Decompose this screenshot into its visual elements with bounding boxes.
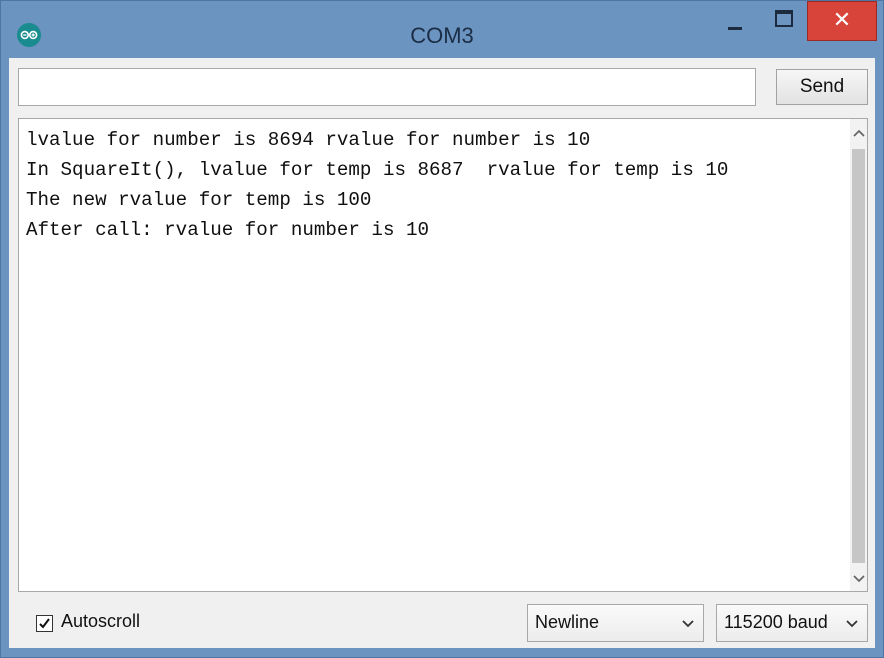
output-line: In SquareIt(), lvalue for temp is 8687 r… — [26, 159, 729, 181]
close-button[interactable]: ✕ — [807, 1, 877, 41]
scrollbar-thumb[interactable] — [852, 149, 865, 563]
scroll-up-arrow-icon[interactable] — [850, 119, 867, 147]
line-ending-select[interactable]: Newline — [527, 604, 704, 642]
send-button[interactable]: Send — [776, 69, 868, 105]
maximize-button[interactable] — [761, 1, 805, 41]
chevron-down-icon — [682, 620, 694, 628]
output-line: lvalue for number is 8694 rvalue for num… — [26, 129, 591, 151]
baud-rate-select[interactable]: 115200 baud — [716, 604, 868, 642]
baud-rate-value: 115200 baud — [724, 612, 828, 632]
maximize-icon — [775, 10, 793, 27]
title-bar[interactable]: COM3 ✕ — [1, 1, 883, 65]
output-line: After call: rvalue for number is 10 — [26, 219, 430, 241]
minimize-icon — [728, 27, 742, 30]
autoscroll-checkbox[interactable] — [36, 615, 53, 632]
close-icon: ✕ — [832, 8, 852, 33]
line-ending-value: Newline — [535, 612, 600, 632]
chevron-down-icon — [846, 620, 858, 628]
autoscroll-label[interactable]: Autoscroll — [61, 611, 140, 632]
vertical-scrollbar[interactable] — [850, 118, 868, 592]
checkmark-icon — [39, 618, 50, 629]
scroll-down-arrow-icon[interactable] — [850, 565, 867, 593]
output-line: The new rvalue for temp is 100 — [26, 189, 372, 211]
serial-output-area[interactable]: lvalue for number is 8694 rvalue for num… — [18, 118, 850, 592]
minimize-button[interactable] — [715, 1, 759, 41]
serial-input-field[interactable] — [18, 68, 756, 106]
